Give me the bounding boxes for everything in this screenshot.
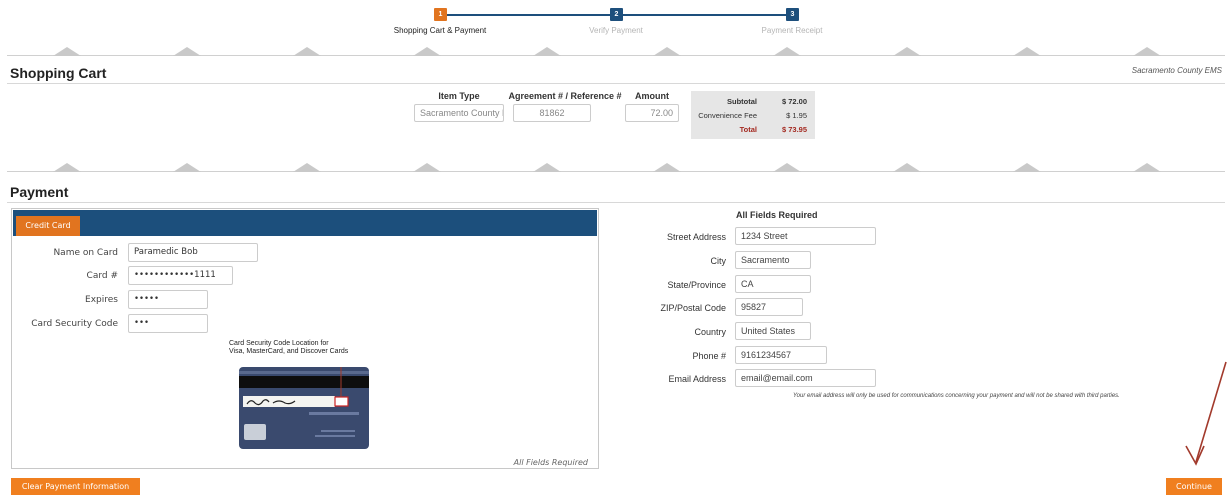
totals-box: Subtotal $ 72.00 Convenience Fee $ 1.95 … [691,91,815,139]
item-type-field: Sacramento County EMS [414,104,504,122]
decorative-divider [7,163,1225,172]
divider-triangle [1013,163,1041,172]
phone-label: Phone # [692,351,726,361]
step-2-label: Verify Payment [589,26,643,35]
fee-label: Convenience Fee [698,111,757,120]
clear-payment-button[interactable]: Clear Payment Information [11,478,140,495]
phone-input[interactable]: 9161234567 [735,346,827,364]
email-label: Email Address [668,374,726,384]
expires-label: Expires [85,295,118,305]
step-1-label: Shopping Cart & Payment [393,26,487,35]
divider-triangles [7,163,1225,172]
fee-value: $ 1.95 [786,111,807,120]
divider-triangle [173,163,201,172]
city-label: City [710,256,727,266]
divider-triangle [533,47,561,56]
step-3-badge: 3 [786,8,799,21]
step-2-badge: 2 [610,8,623,21]
divider-triangle [413,163,441,172]
decorative-divider [7,47,1225,56]
subtotal-label: Subtotal [727,97,757,106]
subtotal-value: $ 72.00 [781,97,807,106]
divider-triangle [293,163,321,172]
payment-title: Payment [10,184,69,200]
state-input[interactable]: CA [735,275,811,293]
divider-triangle [1133,47,1161,56]
subtotal-row: Subtotal $ 72.00 [691,97,815,109]
divider-triangle [293,47,321,56]
amount-header: Amount [635,91,669,101]
section-rule [7,202,1225,203]
divider-triangle [413,47,441,56]
zip-label: ZIP/Postal Code [660,303,726,313]
divider-triangle [1013,47,1041,56]
card-number-label: Card # [86,271,118,281]
item-type-header: Item Type [438,91,480,101]
tab-credit-card[interactable]: Credit Card [16,216,80,236]
state-label: State/Province [667,280,726,290]
card-back-illustration [239,367,369,449]
amount-field: 72.00 [625,104,679,122]
divider-triangles [7,47,1225,56]
total-label: Total [739,125,757,134]
divider-triangle [53,47,81,56]
security-code-input[interactable]: ••• [128,314,208,333]
continue-button[interactable]: Continue [1166,478,1222,495]
divider-triangle [893,47,921,56]
total-row: Total $ 73.95 [691,125,815,137]
divider-triangle [1133,163,1161,172]
email-input[interactable]: email@email.com [735,369,876,387]
card-number-input[interactable]: ••••••••••••1111 [128,266,233,285]
step-connector [623,14,791,16]
divider-triangle [533,163,561,172]
organization-name: Sacramento County EMS [1131,66,1222,75]
divider-triangle [773,163,801,172]
expires-input[interactable]: ••••• [128,290,208,309]
total-value: $ 73.95 [781,125,807,134]
security-code-label: Card Security Code [31,319,118,329]
shopping-cart-title: Shopping Cart [10,65,107,81]
fee-row: Convenience Fee $ 1.95 [691,111,815,123]
step-3-label: Payment Receipt [761,26,823,35]
reference-field: 81862 [513,104,591,122]
name-on-card-label: Name on Card [53,248,118,258]
divider-triangle [893,163,921,172]
panel-required-note: All Fields Required [513,458,588,467]
zip-input[interactable]: 95827 [735,298,803,316]
name-on-card-input[interactable]: Paramedic Bob [128,243,258,262]
security-code-caption: Card Security Code Location for Visa, Ma… [229,340,348,356]
reference-header: Agreement # / Reference # [508,91,622,101]
security-code-caption-line-1: Card Security Code Location for [229,340,329,347]
email-privacy-note: Your email address will only be used for… [793,393,1120,399]
street-input[interactable]: 1234 Street [735,227,876,245]
divider-triangle [53,163,81,172]
security-code-caption-line-2: Visa, MasterCard, and Discover Cards [229,348,349,355]
divider-triangle [653,47,681,56]
step-connector [445,14,617,16]
country-input[interactable]: United States [735,322,811,340]
divider-triangle [653,163,681,172]
progress-steps: 1 2 3 Shopping Cart & Payment Verify Pay… [0,8,1228,38]
step-1-badge: 1 [434,8,447,21]
city-input[interactable]: Sacramento [735,251,811,269]
divider-triangle [173,47,201,56]
annotation-arrow-icon [1185,361,1227,466]
address-required-title: All Fields Required [736,210,818,220]
panel-header: Credit Card [13,210,597,236]
divider-triangle [773,47,801,56]
section-rule [7,83,1225,84]
street-label: Street Address [666,232,726,242]
country-label: Country [694,327,726,337]
